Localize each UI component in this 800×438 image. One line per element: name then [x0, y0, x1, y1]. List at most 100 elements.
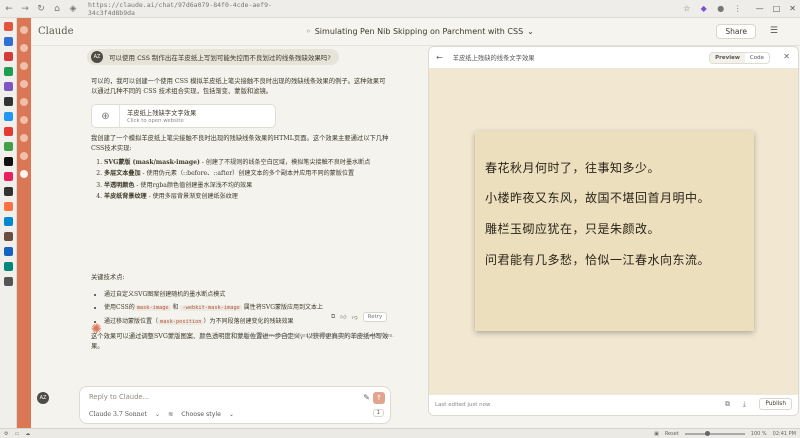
send-button[interactable]: ↑ [373, 392, 385, 404]
publish-button[interactable]: Publish [759, 398, 792, 410]
app-icon[interactable] [3, 112, 13, 121]
model-selector[interactable]: Claude 3.7 Sonnet [89, 411, 147, 418]
tech-text: 通过移动蒙版位置（ [104, 318, 159, 325]
app-icon[interactable] [3, 262, 13, 271]
zoom-knob[interactable] [704, 430, 710, 436]
conversation-title-text: Simulating Pen Nib Skipping on Parchment… [314, 27, 524, 36]
download-icon[interactable]: ⤓ [743, 400, 746, 409]
add-icon[interactable] [20, 170, 28, 178]
forward-icon[interactable]: → [20, 4, 30, 14]
app-icon[interactable] [3, 217, 13, 226]
app-icon[interactable] [3, 247, 13, 256]
sidebar-icon[interactable] [20, 116, 28, 124]
sidebar-icon[interactable] [20, 80, 28, 88]
feature-text: - 使用伪元素（::before、::after）创建文本的多个副本并应用不同的… [140, 170, 355, 178]
tab-preview[interactable]: Preview [710, 53, 745, 63]
back-icon[interactable]: ← [4, 4, 14, 14]
feature-text: - 创建了不规则的线条空白区域，模拟笔尖接触不良时墨水断点 [199, 159, 371, 166]
poem-line: 春花秋月何时了，往事知多少。 [485, 161, 661, 175]
tech-heading: 关键技术点: [91, 274, 125, 281]
app-icon[interactable] [3, 127, 13, 136]
tech-text: 属性将SVG蒙版应用到文本上 [241, 304, 323, 311]
artifact-title: 羊皮纸上残缺字文字效果 [127, 110, 197, 117]
star-icon[interactable]: ☆ [682, 4, 692, 13]
message-actions: ⧉ 👍︎ 👎︎ Retry [331, 312, 388, 322]
avatar: AZ [91, 51, 103, 63]
feature-text: - 使用rgba颜色值创建墨水深浅不均的效果 [134, 181, 253, 189]
app-icon[interactable] [3, 52, 13, 61]
artifact-panel-header: ← 羊皮纸上残缺的线条文字效果 ⟲ Preview Code ✕ [429, 47, 798, 69]
screen-icon[interactable]: ▭ [14, 431, 19, 437]
clock: 02:41 PM [772, 430, 796, 437]
app-icon[interactable] [3, 172, 13, 181]
poem-line: 小楼昨夜又东风，故国不堪回首月明中。 [485, 191, 711, 205]
code-snippet: -webkit-mask-image [180, 305, 242, 311]
share-button[interactable]: Share [716, 24, 756, 39]
model-row: Claude 3.7 Sonnet ⌄ ≋ Choose style ⌄ [89, 411, 234, 418]
reply-placeholder: Reply to Claude... [89, 393, 150, 401]
menu-icon[interactable]: ⋮ [733, 4, 743, 13]
shield-icon[interactable]: ◈ [68, 4, 78, 14]
minimize-icon[interactable]: — [756, 4, 764, 13]
app-icon[interactable] [3, 97, 13, 106]
app-icon[interactable] [3, 202, 13, 211]
app-icon[interactable] [3, 277, 13, 286]
app-icon[interactable] [3, 22, 13, 31]
back-icon[interactable]: ← [436, 53, 443, 62]
sidebar-icon[interactable] [20, 44, 28, 52]
chat-header: Claude ◦ Simulating Pen Nib Skipping on … [31, 18, 800, 46]
tab-code[interactable]: Code [745, 53, 769, 63]
claude-spark-icon: ✺ [91, 322, 102, 337]
extension-icon[interactable]: ◆ [699, 4, 709, 13]
globe-icon: ⊕ [92, 105, 120, 127]
reply-input[interactable]: Reply to Claude... ✎ ↑ Claude 3.7 Sonnet… [79, 386, 391, 424]
zoom-slider[interactable] [684, 430, 745, 436]
app-icon[interactable] [3, 187, 13, 196]
artifact-panel-footer: Last edited just now ⧉ ⤓ Publish [429, 393, 798, 415]
avatar[interactable]: AZ [37, 392, 49, 404]
thumbs-up-icon[interactable]: 👍︎ [340, 313, 346, 321]
tech-text: 通过自定义SVG图案创建随机的墨水断点模式 [104, 291, 226, 298]
retry-button[interactable]: Retry [362, 312, 388, 322]
sidebar-icon[interactable] [20, 152, 28, 160]
style-selector[interactable]: Choose style [181, 411, 221, 418]
window-controls: — □ ✕ [756, 4, 796, 13]
sidebar-icon[interactable] [20, 62, 28, 70]
paperclip-icon[interactable]: ✎ [363, 393, 370, 402]
app-icon[interactable] [3, 142, 13, 151]
app-icon[interactable] [3, 232, 13, 241]
app-icon[interactable] [3, 157, 13, 166]
copy-icon[interactable]: ⧉ [331, 313, 335, 321]
tech-text: ）为不同段落创建变化的残缺效果 [203, 318, 294, 325]
chevron-down-icon: ⌄ [154, 411, 161, 418]
brand-logo[interactable]: Claude [38, 26, 74, 37]
cloud-icon[interactable]: ☁ [25, 431, 30, 437]
copy-icon[interactable]: ⧉ [725, 400, 730, 409]
artifact-subtitle: Click to open website [127, 118, 184, 124]
reload-icon[interactable]: ↻ [36, 4, 46, 14]
close-icon[interactable]: ✕ [783, 52, 790, 61]
address-bar[interactable]: https://claude.ai/chat/97d6a079-84f0-4cd… [84, 1, 284, 17]
conversation-title[interactable]: ◦ Simulating Pen Nib Skipping on Parchme… [306, 27, 534, 36]
settings-icon[interactable]: ⚙ [4, 431, 8, 437]
attachment-count[interactable]: 1 [372, 409, 384, 417]
sidebar-icon[interactable] [20, 26, 28, 34]
maximize-icon[interactable]: □ [773, 4, 781, 13]
close-window-icon[interactable]: ✕ [789, 4, 796, 13]
artifact-card[interactable]: ⊕ 羊皮纸上残缺字文字效果 Click to open website [91, 104, 276, 128]
home-icon[interactable]: ⌂ [52, 4, 62, 14]
sliders-icon[interactable]: ☰ [770, 26, 778, 36]
profile-icon[interactable]: ● [716, 4, 726, 13]
camera-icon[interactable]: ▣ [654, 431, 659, 437]
status-right: ▣ Reset 100 % 02:41 PM [654, 430, 796, 437]
thumbs-down-icon[interactable]: 👎︎ [352, 313, 358, 321]
sidebar-icon[interactable] [20, 134, 28, 142]
app-icon[interactable] [3, 82, 13, 91]
app-icon[interactable] [3, 37, 13, 46]
sidebar-icon[interactable] [20, 98, 28, 106]
app-icon[interactable] [3, 67, 13, 76]
feature-title: 多层文本叠加 [104, 170, 141, 178]
zoom-level: 100 % [750, 430, 767, 437]
reset-button[interactable]: Reset [665, 431, 679, 437]
feature-title: 羊皮纸背景纹理 [104, 192, 147, 200]
